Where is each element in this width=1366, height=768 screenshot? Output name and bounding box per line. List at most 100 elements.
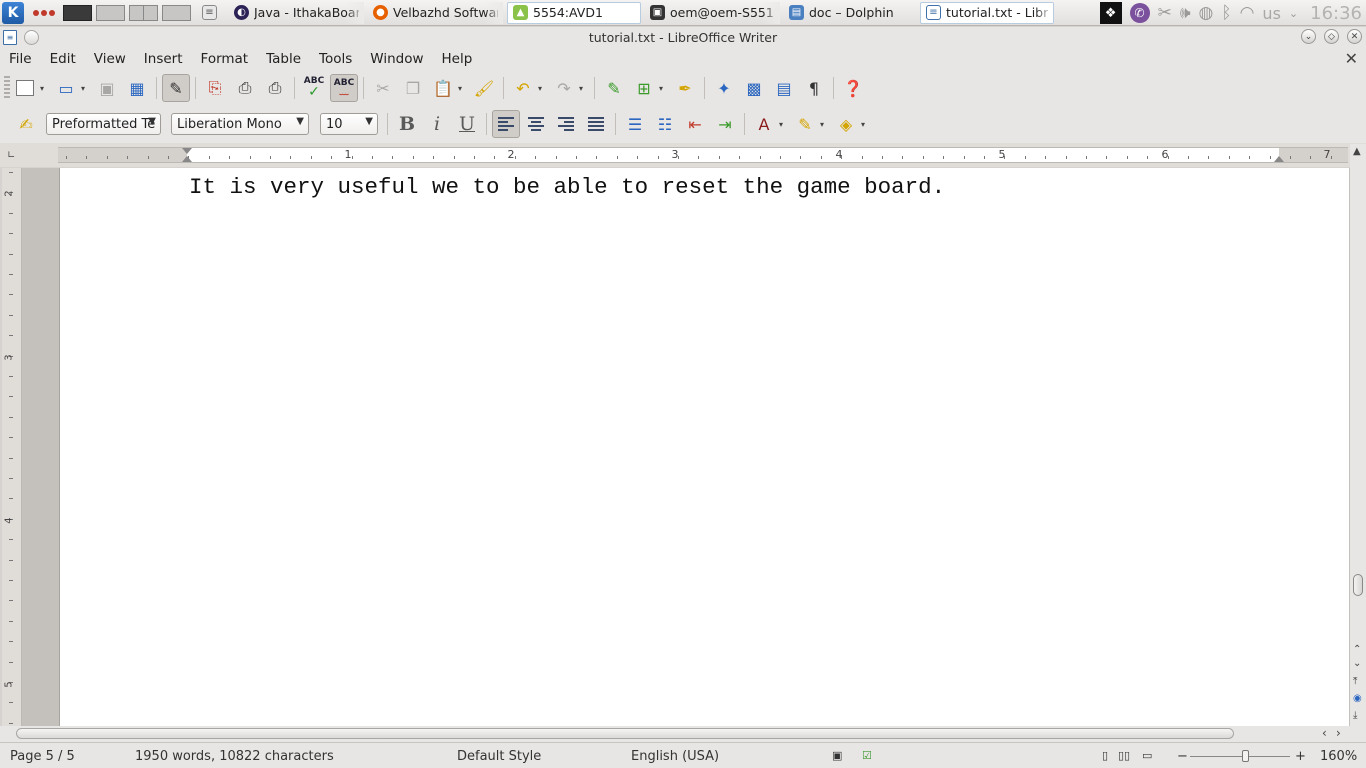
paste-dropdown-icon[interactable]: ▾ [458,84,466,93]
edit-mode-icon[interactable]: ✎ [162,74,190,102]
window-titlebar[interactable]: ≡ tutorial.txt - LibreOffice Writer ⌄ ◇ … [0,27,1366,47]
bluetooth-icon[interactable]: ᛒ [1221,3,1231,23]
undo-icon[interactable]: ↶ [509,74,537,102]
vertical-scrollbar[interactable]: ▲ ⌃ ⌄ ⤒ ◉ ⤓ [1350,144,1366,728]
desktop-2[interactable] [96,4,125,21]
menu-help[interactable]: Help [433,51,482,67]
writer-window-icon[interactable]: ≡ [3,30,17,45]
minimize-button[interactable]: ⌄ [1301,29,1316,44]
toolbar-handle[interactable] [4,76,10,100]
align-right-icon[interactable] [552,110,580,138]
formatting-marks-icon[interactable]: ¶ [800,74,828,102]
book-view-icon[interactable]: ▭ [1142,749,1152,762]
dropbox-icon[interactable]: ❖ [1099,2,1122,24]
save-as-icon[interactable]: ▦ [123,74,151,102]
document-page[interactable]: It is very useful we to be able to reset… [59,168,1349,726]
maximize-button[interactable]: ◇ [1324,29,1339,44]
gallery-icon[interactable]: ▩ [740,74,768,102]
font-color-icon[interactable]: A [750,110,778,138]
menu-window[interactable]: Window [361,51,432,67]
menu-insert[interactable]: Insert [135,51,192,67]
task-android-emulator[interactable]: ▲ 5554:AVD1 [507,1,641,24]
desktop-1[interactable] [63,4,92,21]
clone-formatting-icon[interactable]: 🖌 [470,74,498,102]
menu-format[interactable]: Format [192,51,258,67]
document-text[interactable]: It is very useful we to be able to reset… [189,174,945,200]
align-center-icon[interactable] [522,110,550,138]
desktop-3[interactable] [129,4,158,21]
desktop-pager[interactable] [63,4,191,21]
clock[interactable]: 16:36 [1310,3,1362,24]
justify-icon[interactable] [582,110,610,138]
desktop-4[interactable] [162,4,191,21]
font-name-select[interactable]: Liberation Mono ▼ [171,113,309,135]
network-manager-icon[interactable]: ◍ [1199,3,1214,23]
paste-icon[interactable]: 📋 [429,74,457,102]
background-color-dropdown-icon[interactable]: ▾ [861,120,869,129]
styles-formatting-icon[interactable]: ✍ [12,110,40,138]
page-number[interactable]: Page 5 / 5 [10,749,75,764]
background-color-icon[interactable]: ◈ [832,110,860,138]
vertical-ruler[interactable]: 2 3 4 5 [2,168,22,726]
auto-spellcheck-icon[interactable]: ABC ﹏ [330,74,358,102]
copy-icon[interactable]: ❐ [399,74,427,102]
scroll-up-icon[interactable]: ▲ [1353,146,1361,157]
help-icon[interactable]: ❓ [839,74,867,102]
bold-icon[interactable]: B [393,110,421,138]
zoom-out-icon[interactable]: − [1177,749,1188,764]
next-page-icon[interactable]: ⤓ [1353,710,1357,721]
menu-view[interactable]: View [85,51,135,67]
tab-stop-selector[interactable]: ∟ [7,150,15,161]
new-document-icon[interactable] [11,74,39,102]
scroll-up-icon[interactable]: ⌃ [1353,644,1361,655]
klipper-icon[interactable]: ✂ [1158,3,1172,23]
viber-icon[interactable]: ✆ [1129,3,1150,23]
data-sources-icon[interactable]: ▤ [770,74,798,102]
tray-expand-icon[interactable]: ⌄ [1289,7,1298,20]
selection-mode-icon[interactable]: ▣ [832,749,842,762]
zoom-slider[interactable] [1190,756,1290,757]
menu-table[interactable]: Table [257,51,310,67]
italic-icon[interactable]: i [423,110,451,138]
multi-page-view-icon[interactable]: ▯▯ [1118,749,1130,762]
zoom-slider-knob[interactable] [1242,750,1249,762]
show-draw-functions-icon[interactable]: ✒ [671,74,699,102]
task-firefox[interactable]: ● Velbazhd Software [368,1,503,24]
left-indent-marker[interactable] [182,148,192,154]
underline-icon[interactable]: U [453,110,481,138]
keyboard-layout[interactable]: us [1262,4,1280,23]
spellcheck-icon[interactable]: ABC ✓ [300,74,328,102]
page-style[interactable]: Default Style [457,749,541,764]
decrease-indent-icon[interactable]: ⇤ [681,110,709,138]
open-icon[interactable]: ▭ [52,74,80,102]
kde-launcher-icon[interactable]: K [2,1,24,24]
increase-indent-icon[interactable]: ⇥ [711,110,739,138]
font-color-dropdown-icon[interactable]: ▾ [779,120,787,129]
align-left-icon[interactable] [492,110,520,138]
numbering-icon[interactable]: ☰ [621,110,649,138]
task-libreoffice-writer[interactable]: ≡ tutorial.txt - LibreOffice [920,1,1054,24]
vertical-scroll-thumb[interactable] [1353,574,1363,596]
menu-tools[interactable]: Tools [310,51,361,67]
new-dropdown-icon[interactable]: ▾ [40,84,48,93]
open-dropdown-icon[interactable]: ▾ [81,84,89,93]
menu-edit[interactable]: Edit [41,51,85,67]
horizontal-scroll-thumb[interactable] [16,728,1234,739]
print-preview-icon[interactable]: ⎙ [261,74,289,102]
menu-file[interactable]: File [0,51,41,67]
task-eclipse[interactable]: ◐ Java - IthakaBoard [229,1,364,24]
wifi-icon[interactable]: ◠ [1240,3,1255,23]
bullets-icon[interactable]: ☷ [651,110,679,138]
zoom-in-icon[interactable]: + [1295,749,1306,764]
task-terminal[interactable]: ▣ oem@oem-S551L [645,1,780,24]
word-count[interactable]: 1950 words, 10822 characters [135,749,334,764]
redo-icon[interactable]: ↷ [550,74,578,102]
zoom-level[interactable]: 160% [1320,749,1357,764]
previous-page-icon[interactable]: ⤒ [1353,676,1357,687]
volume-icon[interactable]: 🕪 [1180,3,1191,23]
horizontal-scrollbar[interactable]: ‹ › [0,726,1366,742]
highlighting-dropdown-icon[interactable]: ▾ [820,120,828,129]
save-icon[interactable]: ▣ [93,74,121,102]
close-document-icon[interactable]: ✕ [1345,49,1358,68]
horizontal-ruler[interactable]: 1 2 3 4 5 6 7 [58,147,1348,163]
